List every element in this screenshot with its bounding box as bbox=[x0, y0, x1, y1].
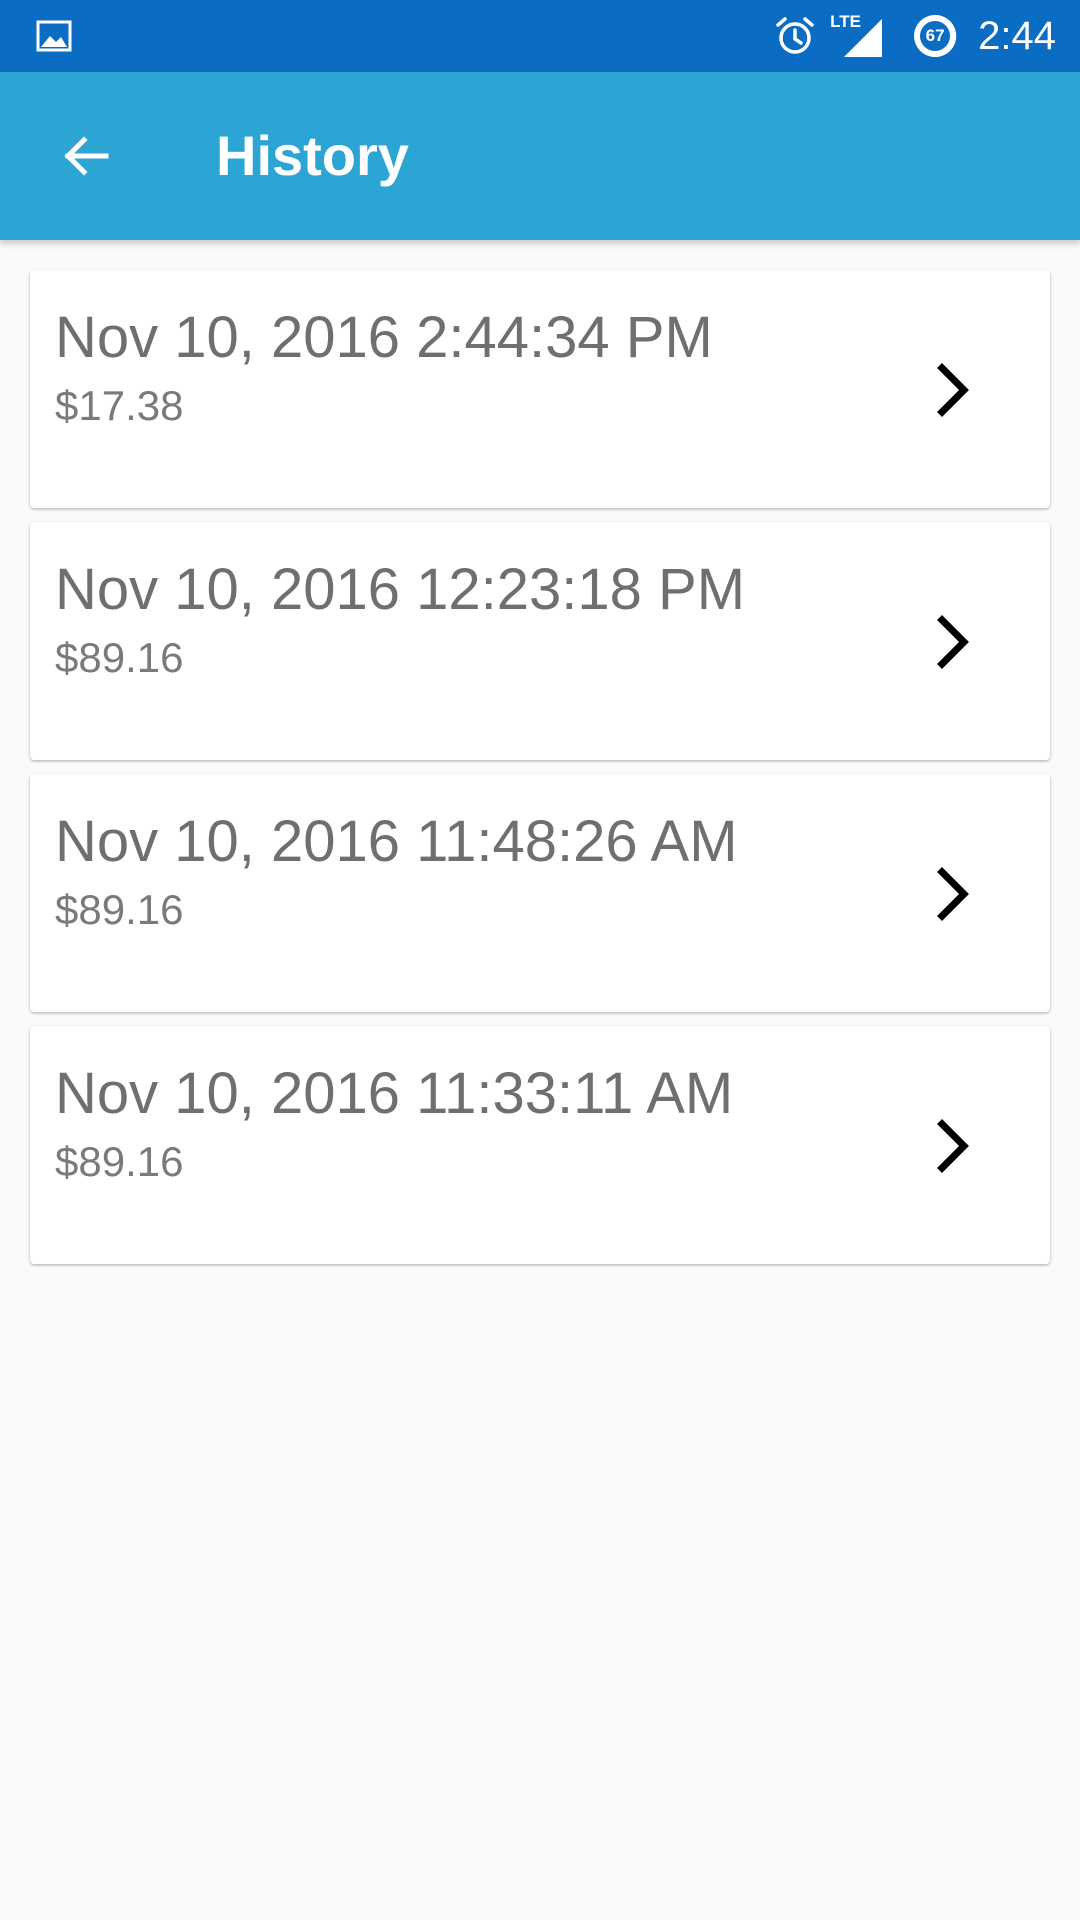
lte-signal-icon: LTE bbox=[830, 13, 884, 59]
page-title: History bbox=[216, 124, 409, 187]
chevron-right-icon bbox=[937, 867, 969, 921]
history-item[interactable]: Nov 10, 2016 11:48:26 AM $89.16 bbox=[30, 774, 1050, 1012]
history-item-date: Nov 10, 2016 2:44:34 PM bbox=[55, 305, 713, 370]
battery-icon: 67 bbox=[912, 13, 958, 59]
status-icons: LTE 67 2:44 bbox=[774, 0, 1056, 72]
history-item[interactable]: Nov 10, 2016 12:23:18 PM $89.16 bbox=[30, 522, 1050, 760]
image-icon bbox=[36, 18, 72, 54]
history-item-amount: $89.16 bbox=[55, 886, 184, 933]
history-list: Nov 10, 2016 2:44:34 PM $17.38 Nov 10, 2… bbox=[30, 270, 1050, 1278]
history-item[interactable]: Nov 10, 2016 2:44:34 PM $17.38 bbox=[30, 270, 1050, 508]
status-time: 2:44 bbox=[978, 13, 1056, 58]
history-item-amount: $17.38 bbox=[55, 382, 184, 429]
chevron-right-icon bbox=[937, 1119, 969, 1173]
battery-level: 67 bbox=[925, 26, 945, 45]
status-bar: LTE 67 2:44 bbox=[0, 0, 1080, 72]
history-item-date: Nov 10, 2016 11:48:26 AM bbox=[55, 809, 738, 874]
history-item-date: Nov 10, 2016 11:33:11 AM bbox=[55, 1061, 734, 1126]
chevron-right-icon bbox=[937, 615, 969, 669]
chevron-right-icon bbox=[937, 363, 969, 417]
arrow-back-icon bbox=[64, 136, 109, 176]
history-item[interactable]: Nov 10, 2016 11:33:11 AM $89.16 bbox=[30, 1026, 1050, 1264]
history-item-amount: $89.16 bbox=[55, 1138, 184, 1185]
app-bar: History bbox=[0, 72, 1080, 240]
history-item-amount: $89.16 bbox=[55, 634, 184, 681]
back-button[interactable] bbox=[44, 114, 128, 198]
history-item-date: Nov 10, 2016 12:23:18 PM bbox=[55, 557, 746, 622]
alarm-icon bbox=[774, 15, 816, 57]
